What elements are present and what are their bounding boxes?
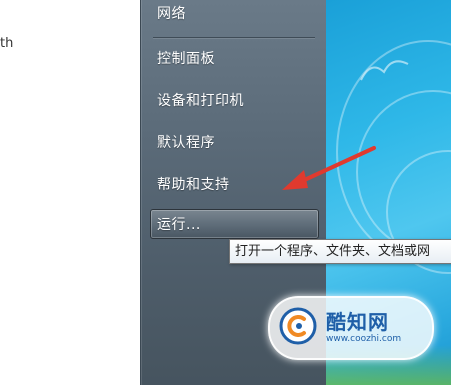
menu-item-network[interactable]: 网络 [151, 0, 318, 29]
menu-item-devices-printers[interactable]: 设备和打印机 [151, 86, 318, 116]
menu-divider [153, 37, 315, 39]
left-pane: th [0, 0, 140, 385]
watermark-url: www.coozhi.com [326, 334, 402, 344]
watermark-logo-icon [279, 307, 317, 345]
desktop-bird-decoration [360, 60, 409, 81]
menu-item-control-panel[interactable]: 控制面板 [151, 44, 318, 74]
run-tooltip: 打开一个程序、文件夹、文档或网 [229, 239, 451, 264]
menu-item-run[interactable]: 运行... [150, 209, 319, 239]
left-pane-text: th [0, 36, 14, 51]
red-arrow-annotation [282, 146, 376, 190]
watermark-brand: 酷知网 [326, 310, 389, 334]
coozhi-watermark: 酷知网 www.coozhi.com [268, 296, 434, 360]
